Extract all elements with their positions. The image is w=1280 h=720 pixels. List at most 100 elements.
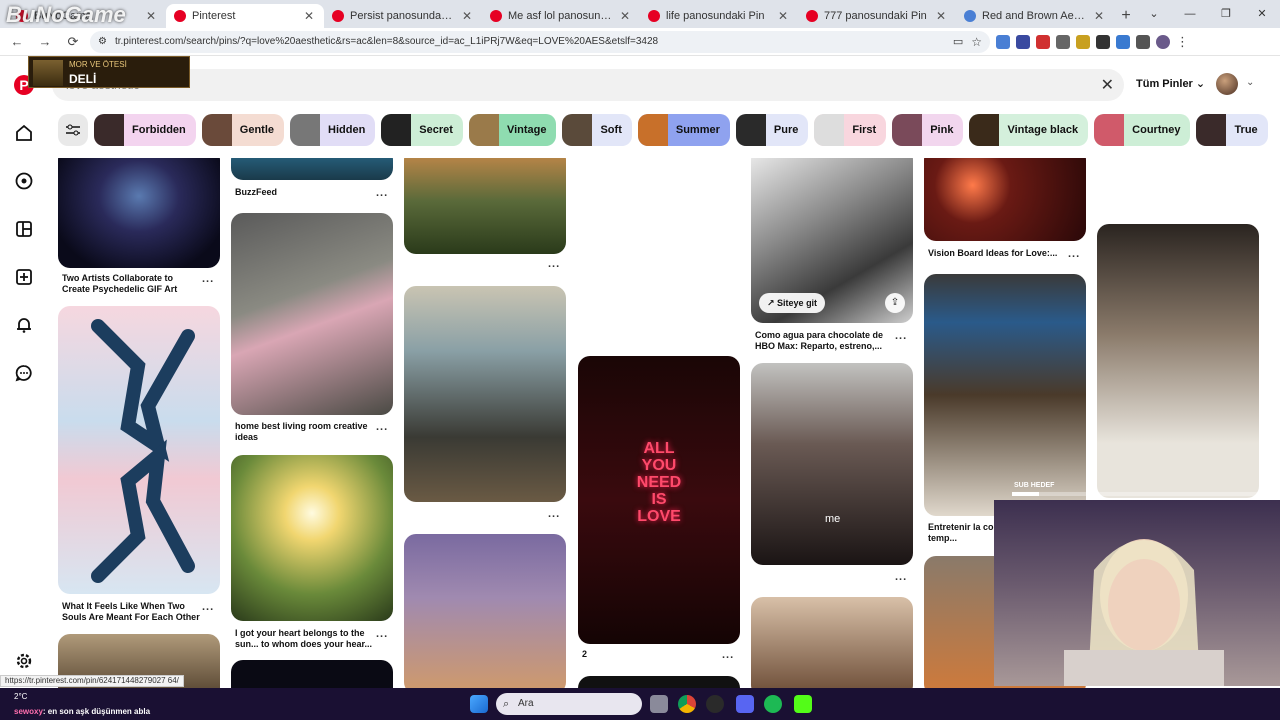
window-extension-icon[interactable] <box>1116 34 1130 49</box>
task-view-icon[interactable] <box>650 695 668 713</box>
notifications-bell-icon[interactable] <box>14 315 34 335</box>
browser-tab-4[interactable]: life panosundaki Pin ✕ <box>640 4 798 28</box>
pin-caption[interactable]: Two Artists Collaborate to Create Psyche… <box>62 273 202 295</box>
chip-secret[interactable]: Secret <box>381 114 463 146</box>
tab-search-icon[interactable]: ⌄ <box>1136 0 1172 28</box>
pin-jeep-couple[interactable] <box>404 286 566 502</box>
new-tab-button[interactable]: + <box>1114 4 1138 28</box>
taskbar-search[interactable]: ⌕ Ara <box>496 693 642 715</box>
chip-pure[interactable]: Pure <box>735 114 809 146</box>
chip-gentle[interactable]: Gentle <box>201 114 285 146</box>
pin-bw-couple[interactable]: ↗ Siteye git ⇪ <box>751 158 913 323</box>
pin-caption[interactable]: Como agua para chocolate de HBO Max: Rep… <box>755 330 895 352</box>
chrome-icon[interactable] <box>678 695 696 713</box>
red-extension-icon[interactable] <box>1036 34 1050 49</box>
pin-caption[interactable]: Vision Board Ideas for Love:... <box>928 248 1068 259</box>
gear-extension-icon[interactable] <box>1056 34 1070 49</box>
tab-close-icon[interactable]: ✕ <box>144 9 158 23</box>
pin-caption[interactable]: 2 <box>582 649 722 660</box>
pin-mirror-couple[interactable] <box>751 597 913 688</box>
account-chevron-icon[interactable]: ⌄ <box>1246 77 1254 88</box>
chip-vintage[interactable]: Vintage <box>468 114 557 146</box>
pin-dark-bottom[interactable] <box>578 676 740 688</box>
chip-hidden[interactable]: Hidden <box>290 114 376 146</box>
forward-button[interactable]: → <box>34 31 56 53</box>
pin-more-icon[interactable]: ... <box>895 571 907 583</box>
messages-icon[interactable] <box>14 363 34 383</box>
close-window-icon[interactable]: ✕ <box>1244 0 1280 28</box>
chip-summer[interactable]: Summer <box>637 114 730 146</box>
chip-courtney[interactable]: Courtney <box>1094 114 1191 146</box>
pin-rose-petals[interactable] <box>924 158 1086 241</box>
tab-close-icon[interactable]: ✕ <box>460 9 474 23</box>
live-app-icon[interactable] <box>794 695 812 713</box>
back-button[interactable]: ← <box>6 31 28 53</box>
pin-neon-love[interactable]: ALL YOU NEED IS LOVE <box>578 356 740 644</box>
pin-buzzfeed[interactable] <box>231 158 393 180</box>
home-icon[interactable] <box>14 123 34 143</box>
site-info-icon[interactable]: ⚙ <box>98 36 107 47</box>
pin-sunlit-figure[interactable] <box>231 455 393 621</box>
obs-icon[interactable] <box>706 695 724 713</box>
pin-more-icon[interactable]: ... <box>1068 248 1080 260</box>
browser-tab-5[interactable]: 777 panosundaki Pin ✕ <box>798 4 956 28</box>
pin-more-icon[interactable]: ... <box>548 258 560 270</box>
visit-site-button[interactable]: ↗ Siteye git <box>759 293 826 313</box>
reload-button[interactable]: ⟳ <box>62 31 84 53</box>
maximize-icon[interactable]: ❐ <box>1208 0 1244 28</box>
pin-night-sky[interactable] <box>231 660 393 688</box>
pin-more-icon[interactable]: ... <box>376 421 388 433</box>
pin-caption[interactable]: I got your heart belongs to the sun... t… <box>235 628 375 650</box>
pin-more-icon[interactable]: ... <box>202 601 214 613</box>
spotify-icon[interactable] <box>764 695 782 713</box>
install-icon[interactable]: ▭ <box>953 35 963 48</box>
browser-tab-1[interactable]: Pinterest ✕ <box>166 4 324 28</box>
bookmark-star-icon[interactable]: ☆ <box>971 35 982 49</box>
tab-close-icon[interactable]: ✕ <box>302 9 316 23</box>
explore-compass-icon[interactable] <box>14 171 34 191</box>
tab-close-icon[interactable]: ✕ <box>776 9 790 23</box>
pin-cartoon-princess[interactable] <box>404 534 566 688</box>
pin-harry-potter-tv[interactable] <box>924 274 1086 516</box>
search-input[interactable] <box>66 69 966 101</box>
pin-caption[interactable]: BuzzFeed <box>235 187 375 198</box>
create-plus-icon[interactable] <box>14 267 34 287</box>
pin-scope-dropdown[interactable]: Tüm Pinler ⌄ <box>1136 77 1205 90</box>
chip-vintage-black[interactable]: Vintage black <box>969 114 1089 146</box>
pin-sunset-couple[interactable] <box>404 158 566 254</box>
pin-caption[interactable]: What It Feels Like When Two Souls Are Me… <box>62 601 202 623</box>
shield-extension-icon[interactable] <box>1016 34 1030 49</box>
chip-first[interactable]: First <box>814 114 887 146</box>
pin-more-icon[interactable]: ... <box>722 649 734 661</box>
coin-extension-icon[interactable] <box>1076 34 1090 49</box>
minimize-icon[interactable]: — <box>1172 0 1208 28</box>
puzzle-extension-icon[interactable] <box>1136 34 1150 49</box>
weather-temperature[interactable]: 2°C <box>14 692 27 701</box>
tab-close-icon[interactable]: ✕ <box>618 9 632 23</box>
grid-extension-icon[interactable] <box>1096 34 1110 49</box>
share-icon[interactable]: ⇪ <box>885 293 905 313</box>
tab-close-icon[interactable]: ✕ <box>934 9 948 23</box>
settings-gear-icon[interactable] <box>14 651 34 671</box>
pin-caption[interactable]: home best living room creative ideas <box>235 421 375 443</box>
chip-true[interactable]: True <box>1196 114 1268 146</box>
boards-icon[interactable] <box>14 219 34 239</box>
pin-more-icon[interactable]: ... <box>376 187 388 199</box>
browser-tab-3[interactable]: Me asf lol panosundaki Pin ✕ <box>482 4 640 28</box>
windows-start-icon[interactable] <box>470 695 488 713</box>
avatar[interactable] <box>1216 73 1238 95</box>
pin-flowers-couple[interactable] <box>231 213 393 415</box>
browser-tab-2[interactable]: Persist panosundaki Pin ✕ <box>324 4 482 28</box>
pin-more-icon[interactable]: ... <box>376 628 388 640</box>
pin-more-icon[interactable]: ... <box>202 273 214 285</box>
pin-smoking-couple[interactable]: me <box>751 363 913 565</box>
chip-forbidden[interactable]: Forbidden <box>94 114 196 146</box>
translate-extension-icon[interactable] <box>996 34 1010 49</box>
pin-two-souls[interactable] <box>58 306 220 594</box>
filter-button[interactable] <box>58 114 88 146</box>
url-field[interactable]: ⚙ tr.pinterest.com/search/pins/?q=love%2… <box>90 30 990 53</box>
tab-close-icon[interactable]: ✕ <box>1092 9 1106 23</box>
pin-wine-glass[interactable] <box>1097 224 1259 498</box>
browser-tab-6[interactable]: Red and Brown Aesthetic Vision ✕ <box>956 4 1114 28</box>
pin-more-icon[interactable]: ... <box>895 330 907 342</box>
